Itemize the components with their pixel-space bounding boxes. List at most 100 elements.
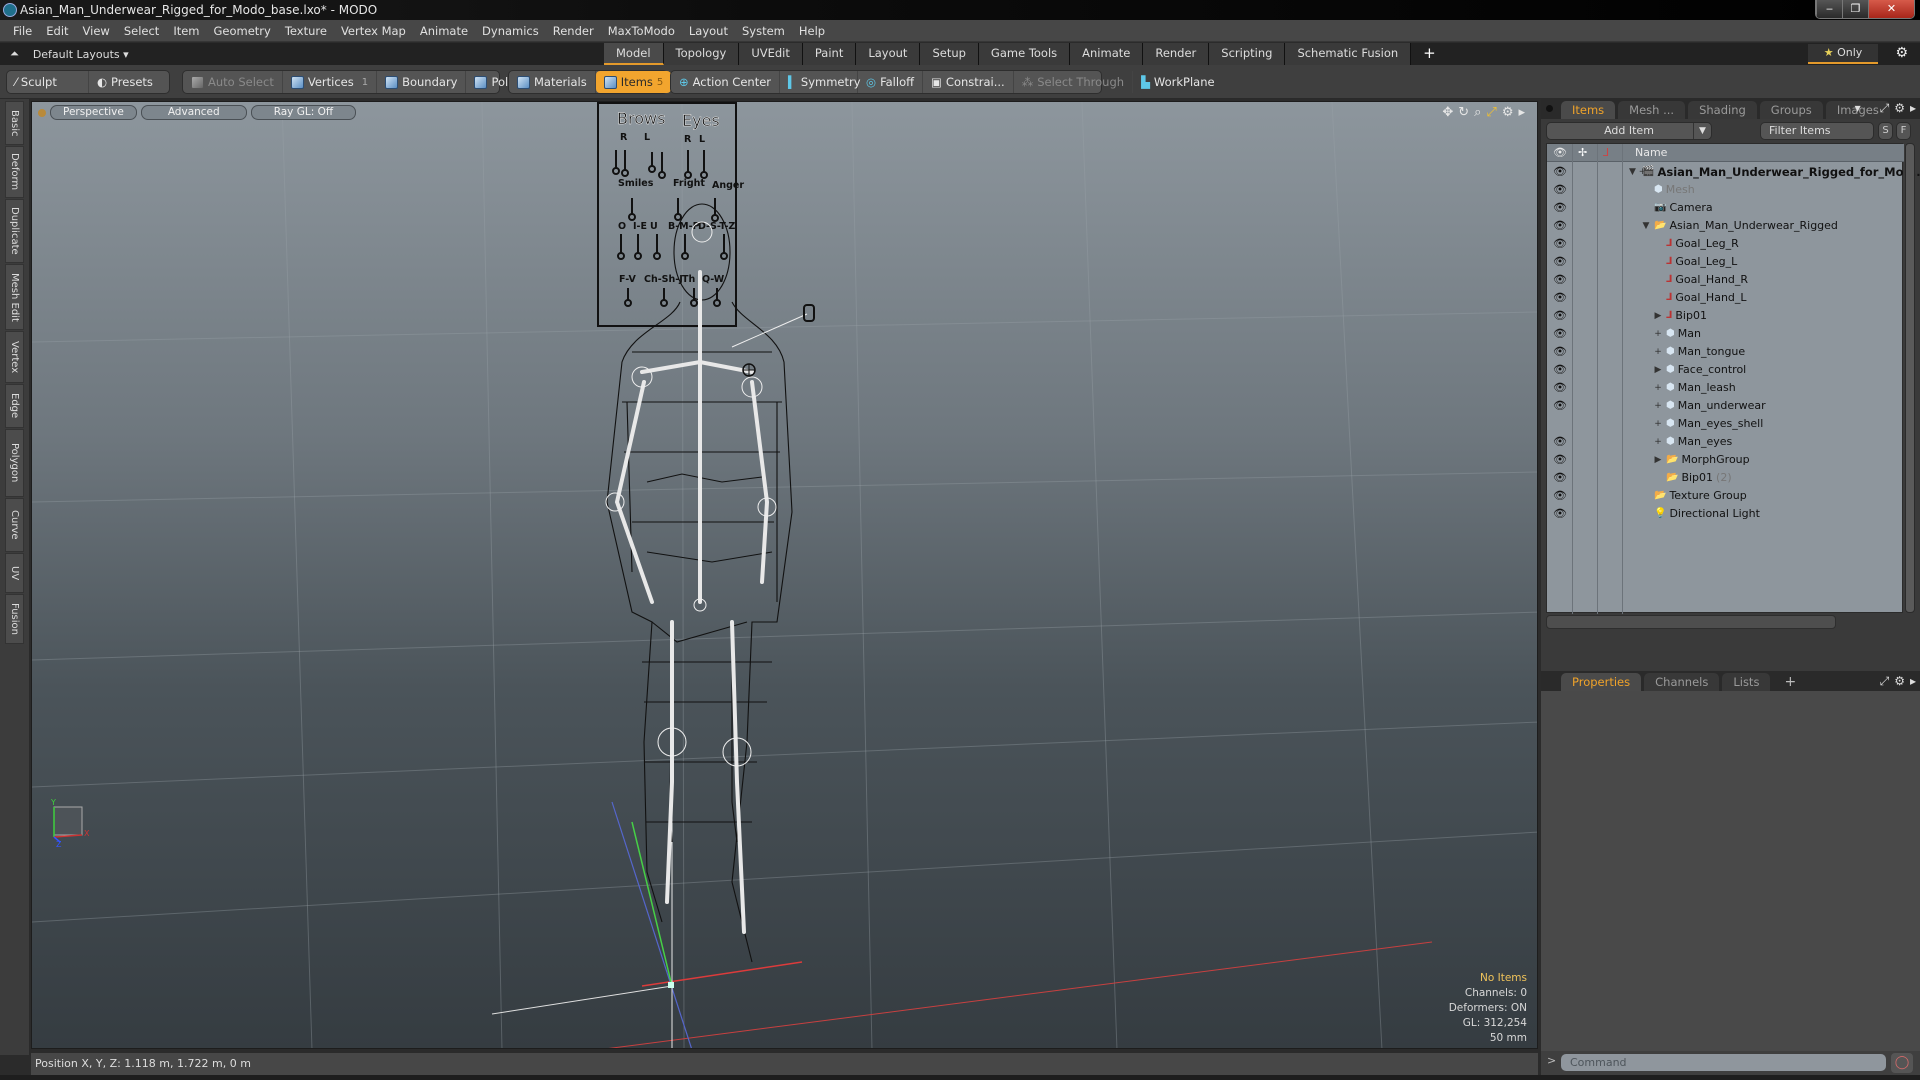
- viewport-menu-icon[interactable]: ▸: [1518, 105, 1525, 120]
- tree-item[interactable]: ⬢ Mesh: [1641, 181, 1695, 199]
- add-item-dropdown-icon[interactable]: ▼: [1693, 123, 1711, 139]
- tool-tab-edge[interactable]: Edge: [5, 384, 24, 428]
- panel-tab-lists[interactable]: Lists: [1722, 673, 1771, 691]
- vertices-button[interactable]: Vertices 1: [283, 71, 378, 93]
- workplane-button[interactable]: ▙ WorkPlane: [1133, 71, 1223, 93]
- tree-item[interactable]: ▶ ⬢ Face_control: [1653, 361, 1747, 379]
- tree-row[interactable]: 👁 + ⬢ Man: [1547, 325, 1904, 343]
- rig-slider-row3-3[interactable]: [681, 234, 689, 260]
- tree-item[interactable]: ▼ 📂 Asian_Man_Underwear_Rigged: [1641, 217, 1838, 235]
- visibility-eye-icon[interactable]: 👁: [1553, 307, 1567, 325]
- rig-slider-row2-0[interactable]: [628, 198, 636, 221]
- tree-item[interactable]: ⅃ Goal_Hand_L: [1653, 289, 1747, 307]
- rig-slider-top-4[interactable]: [684, 150, 692, 179]
- visibility-eye-icon[interactable]: 👁: [1553, 235, 1567, 253]
- menu-view[interactable]: View: [76, 24, 117, 38]
- visibility-column-icon[interactable]: 👁: [1553, 144, 1567, 162]
- boundary-button[interactable]: Boundary: [377, 71, 467, 93]
- tree-row[interactable]: 👁 📂 Bip01 (2): [1547, 469, 1904, 487]
- menu-animate[interactable]: Animate: [413, 24, 475, 38]
- tree-vertical-scrollbar[interactable]: [1905, 143, 1915, 613]
- visibility-eye-icon[interactable]: 👁: [1553, 379, 1567, 397]
- visibility-eye-icon[interactable]: 👁: [1553, 487, 1567, 505]
- minimize-button[interactable]: ‒: [1816, 0, 1842, 18]
- tree-item[interactable]: ▶ ⅃ Bip01: [1653, 307, 1707, 325]
- tree-item[interactable]: ▶ 📂 MorphGroup: [1653, 451, 1750, 469]
- layout-tab-setup[interactable]: Setup: [920, 43, 979, 65]
- tree-item[interactable]: ▼ + 🎬 Asian_Man_Underwear_Rigged_for_Mo ..…: [1629, 163, 1920, 181]
- rig-slider-top-1[interactable]: [621, 150, 629, 177]
- items-button[interactable]: Items 5: [595, 71, 672, 93]
- layout-tab-game-tools[interactable]: Game Tools: [978, 43, 1071, 65]
- expand-toggle[interactable]: +: [1653, 343, 1663, 361]
- shading-mode-button[interactable]: Advanced: [140, 105, 247, 120]
- tree-item[interactable]: 📂 Texture Group: [1641, 487, 1747, 505]
- tree-row[interactable]: 👁 + ⬢ Man_eyes: [1547, 433, 1904, 451]
- pivot-handle[interactable]: [668, 982, 674, 988]
- command-input[interactable]: Command: [1561, 1054, 1886, 1071]
- rotate-view-icon[interactable]: ↻: [1458, 105, 1469, 120]
- rig-slider-row3-0[interactable]: [617, 234, 625, 260]
- layout-tab-model[interactable]: Model: [604, 43, 664, 65]
- visibility-eye-icon[interactable]: 👁: [1553, 163, 1567, 181]
- tree-row[interactable]: 👁 ▶ ⅃ Bip01: [1547, 307, 1904, 325]
- select-through-button[interactable]: ⁂ Select Through: [1014, 71, 1134, 93]
- tree-item[interactable]: + ⬢ Man_tongue: [1653, 343, 1745, 361]
- panel-tab-channels[interactable]: Channels: [1644, 673, 1720, 691]
- layout-tab-schematic-fusion[interactable]: Schematic Fusion: [1285, 43, 1412, 65]
- menu-help[interactable]: Help: [792, 24, 832, 38]
- visibility-eye-icon[interactable]: 👁: [1553, 199, 1567, 217]
- menu-vertex-map[interactable]: Vertex Map: [334, 24, 413, 38]
- layout-tab-topology[interactable]: Topology: [663, 43, 740, 65]
- visibility-eye-icon[interactable]: 👁: [1553, 271, 1567, 289]
- rig-slider-row4-0[interactable]: [624, 288, 632, 307]
- expand-toggle[interactable]: +: [1653, 379, 1663, 397]
- expand-panel-icon[interactable]: ⤢: [1880, 101, 1890, 116]
- tree-item[interactable]: 📷 Camera: [1641, 199, 1713, 217]
- panel-menu-arrow-icon[interactable]: ▾: [1855, 101, 1861, 116]
- visibility-eye-icon[interactable]: 👁: [1553, 217, 1567, 235]
- tree-row[interactable]: 👁 ⅃ Goal_Hand_R: [1547, 271, 1904, 289]
- expand-properties-icon[interactable]: ⤢: [1880, 674, 1890, 689]
- menu-file[interactable]: File: [6, 24, 39, 38]
- raygl-button[interactable]: Ray GL: Off: [250, 105, 357, 120]
- visibility-eye-icon[interactable]: 👁: [1553, 289, 1567, 307]
- restore-button[interactable]: ❐: [1842, 0, 1868, 18]
- filter-f-button[interactable]: F: [1896, 122, 1911, 140]
- layout-tab-scripting[interactable]: Scripting: [1209, 43, 1286, 65]
- 3d-viewport[interactable]: Brows Eyes R L R L Smiles Fright Anger O I-E U B-M…: [31, 101, 1538, 1049]
- layout-tab-layout[interactable]: Layout: [856, 43, 921, 65]
- search-s-button[interactable]: S: [1878, 122, 1893, 140]
- menu-item[interactable]: Item: [166, 24, 206, 38]
- visibility-eye-icon[interactable]: 👁: [1553, 325, 1567, 343]
- presets-button[interactable]: ◐ Presets: [89, 71, 161, 93]
- tool-tab-uv[interactable]: UV: [5, 553, 24, 593]
- panel-tab-properties[interactable]: Properties: [1561, 673, 1642, 691]
- expand-toggle[interactable]: ▼: [1641, 217, 1651, 235]
- rig-slider-top-5[interactable]: [700, 150, 708, 179]
- expand-toggle[interactable]: +: [1653, 433, 1663, 451]
- tree-row[interactable]: 👁 ▼ + 🎬 Asian_Man_Underwear_Rigged_for_Mo .…: [1547, 163, 1920, 181]
- menu-geometry[interactable]: Geometry: [207, 24, 278, 38]
- tool-tab-vertex[interactable]: Vertex: [5, 331, 24, 383]
- visibility-eye-icon[interactable]: 👁: [1553, 253, 1567, 271]
- expand-toggle[interactable]: ▶: [1653, 361, 1663, 379]
- tree-item[interactable]: + ⬢ Man_eyes: [1653, 433, 1732, 451]
- layout-tab-animate[interactable]: Animate: [1070, 43, 1144, 65]
- menu-system[interactable]: System: [735, 24, 792, 38]
- expand-toggle[interactable]: ▼ +: [1629, 163, 1646, 181]
- tree-item[interactable]: + ⬢ Man_leash: [1653, 379, 1736, 397]
- rig-slider-row3-2[interactable]: [653, 234, 661, 260]
- menu-layout[interactable]: Layout: [682, 24, 735, 38]
- visibility-eye-icon[interactable]: 👁: [1553, 433, 1567, 451]
- tree-row[interactable]: 👁 + ⬢ Man_tongue: [1547, 343, 1904, 361]
- panel-tab-shading[interactable]: Shading: [1688, 101, 1757, 119]
- menu-select[interactable]: Select: [117, 24, 166, 38]
- panel-dot-icon[interactable]: [1546, 105, 1553, 112]
- rig-slider-row4-1[interactable]: [660, 288, 668, 307]
- materials-button[interactable]: Materials: [509, 71, 596, 93]
- rig-slider-row2-1[interactable]: [674, 198, 682, 221]
- properties-more-icon[interactable]: ▸: [1910, 674, 1916, 689]
- face-rig-panel[interactable]: Brows Eyes R L R LSmiles Fright AngerO I-E U B-M…: [597, 102, 744, 327]
- panel-tab-items[interactable]: Items: [1561, 101, 1616, 119]
